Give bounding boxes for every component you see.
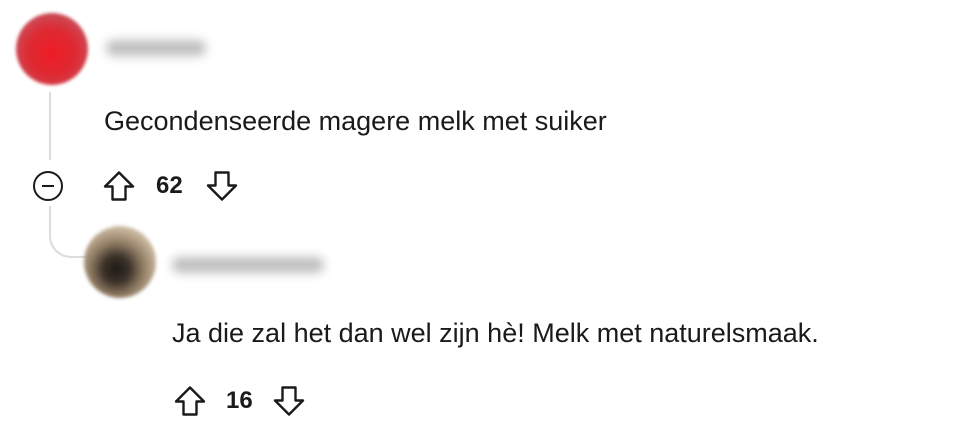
thread-line — [49, 92, 51, 160]
username-blurred[interactable] — [172, 257, 324, 273]
upvote-icon[interactable] — [102, 169, 136, 203]
vote-count: 16 — [226, 387, 253, 414]
vote-count: 62 — [156, 172, 183, 199]
reply-connector-line — [49, 206, 89, 258]
avatar[interactable] — [84, 226, 156, 298]
avatar[interactable] — [16, 13, 88, 85]
username-blurred[interactable] — [106, 40, 206, 56]
downvote-icon[interactable] — [205, 169, 239, 203]
comment-text: Gecondenseerde magere melk met suiker — [104, 106, 607, 136]
comment-text: Ja die zal het dan wel zijn hè! Melk met… — [172, 318, 819, 348]
collapse-thread-button[interactable] — [33, 171, 63, 201]
upvote-icon[interactable] — [173, 384, 207, 418]
downvote-icon[interactable] — [272, 384, 306, 418]
comment-thread: Gecondenseerde magere melk met suiker 62… — [0, 0, 954, 440]
